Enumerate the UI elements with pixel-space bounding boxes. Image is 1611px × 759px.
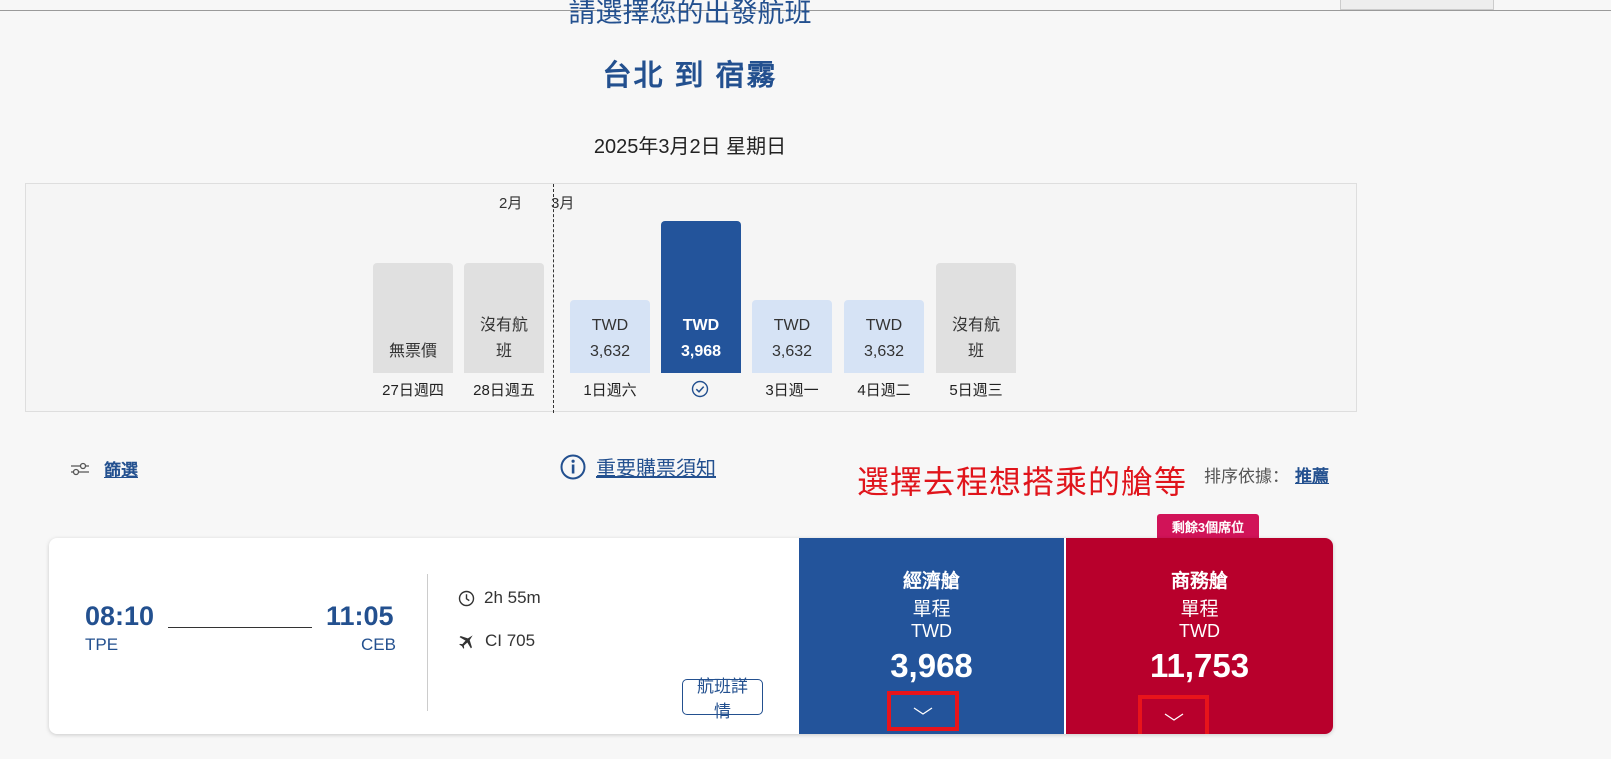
sort-label: 排序依據：	[1204, 467, 1289, 486]
date-bar-text: 沒有航	[951, 317, 1000, 334]
fare-trip-type: 單程	[1180, 599, 1219, 620]
flight-details-button[interactable]: 航班詳情	[682, 677, 763, 721]
chevron-down-icon	[1164, 712, 1183, 721]
date-bar-currency: TWD	[865, 317, 903, 334]
airplane-icon	[459, 635, 473, 649]
date-bar-text: 無票價	[388, 343, 437, 360]
date-bar-price: 3,632	[589, 343, 631, 360]
date-bar-currency: TWD	[682, 317, 720, 334]
date-label: 27日週四	[382, 382, 444, 399]
flight-card: 08:10 TPE 11:05 CEB 2h 55m CI 705 航班詳情 經…	[49, 538, 1333, 734]
fare-currency: TWD	[911, 621, 952, 641]
important-notice-label: 重要購票須知	[596, 458, 716, 480]
date-bar-text: 班	[495, 343, 512, 360]
arrival-time: 11:05	[326, 601, 394, 631]
page-heading: 請選擇您的出發航班	[568, 0, 812, 28]
date-bar-price: 3,968	[680, 343, 722, 360]
duration-row: 2h 55m	[458, 588, 541, 608]
economy-fare-option[interactable]: 經濟艙 單程 TWD 3,968	[799, 538, 1064, 734]
chevron-down-icon	[913, 707, 933, 715]
route-title: 台北 到 宿霧	[602, 60, 778, 92]
date-bar[interactable]: TWD 3,632	[570, 300, 650, 373]
date-selector-strip: 2月 3月 無票價 27日週四 沒有航 班 28日週五 TWD 3,632 1日…	[25, 183, 1357, 413]
month-label-mar: 3月	[551, 195, 575, 212]
filter-sliders-icon	[71, 462, 89, 475]
fare-trip-type: 單程	[912, 599, 951, 620]
seats-left-badge: 剩餘3個席位	[1157, 514, 1259, 538]
info-icon	[560, 454, 586, 479]
arrival-airport: CEB	[361, 635, 396, 654]
sort-control[interactable]: 排序依據： 推薦	[1204, 462, 1329, 487]
flight-duration: 2h 55m	[484, 588, 541, 607]
departure-time: 08:10	[85, 601, 155, 631]
date-bar[interactable]: TWD 3,632	[844, 300, 924, 373]
clock-icon	[458, 590, 475, 606]
date-bar-text: 沒有航	[479, 317, 528, 334]
check-circle-icon	[691, 380, 709, 398]
date-bar[interactable]: 沒有航 班	[936, 263, 1016, 373]
date-bar-selected[interactable]: TWD 3,968	[661, 221, 741, 373]
date-label: 1日週六	[583, 382, 637, 399]
fare-price: 3,968	[890, 647, 973, 684]
flight-number: CI 705	[485, 631, 536, 650]
flight-number-row: CI 705	[458, 631, 535, 651]
departure-airport: TPE	[85, 635, 119, 654]
date-label: 3日週一	[765, 382, 819, 399]
important-notice-link[interactable]: 重要購票須知	[560, 452, 716, 481]
economy-expand-toggle[interactable]	[887, 691, 959, 731]
date-bar-price: 3,632	[771, 343, 813, 360]
date-bar[interactable]: TWD 3,632	[752, 300, 832, 373]
date-bar-currency: TWD	[591, 317, 629, 334]
instruction-annotation: 選擇去程想搭乘的艙等	[857, 464, 1188, 500]
date-label: 28日週五	[473, 382, 535, 399]
fare-class-name: 商務艙	[1170, 571, 1228, 592]
fare-class-name: 經濟艙	[902, 571, 960, 592]
date-label: 5日週三	[949, 382, 1003, 399]
fare-price: 11,753	[1149, 647, 1250, 684]
selected-date: 2025年3月2日 星期日	[593, 136, 787, 158]
month-label-feb: 2月	[499, 195, 523, 212]
date-label: 4日週二	[857, 382, 911, 399]
date-bar[interactable]: 沒有航 班	[464, 263, 544, 373]
date-bar-currency: TWD	[773, 317, 811, 334]
business-fare-option[interactable]: 商務艙 單程 TWD 11,753	[1066, 538, 1333, 734]
filter-link[interactable]: 篩選	[70, 456, 138, 481]
business-expand-toggle[interactable]	[1138, 695, 1209, 734]
date-bar-price: 3,632	[863, 343, 905, 360]
filter-label: 篩選	[104, 461, 138, 480]
card-divider	[427, 574, 428, 711]
fare-currency: TWD	[1179, 621, 1220, 641]
date-bar-text: 班	[967, 343, 984, 360]
sort-value[interactable]: 推薦	[1295, 467, 1329, 486]
date-bar[interactable]: 無票價	[373, 263, 453, 373]
route-line	[168, 627, 312, 628]
